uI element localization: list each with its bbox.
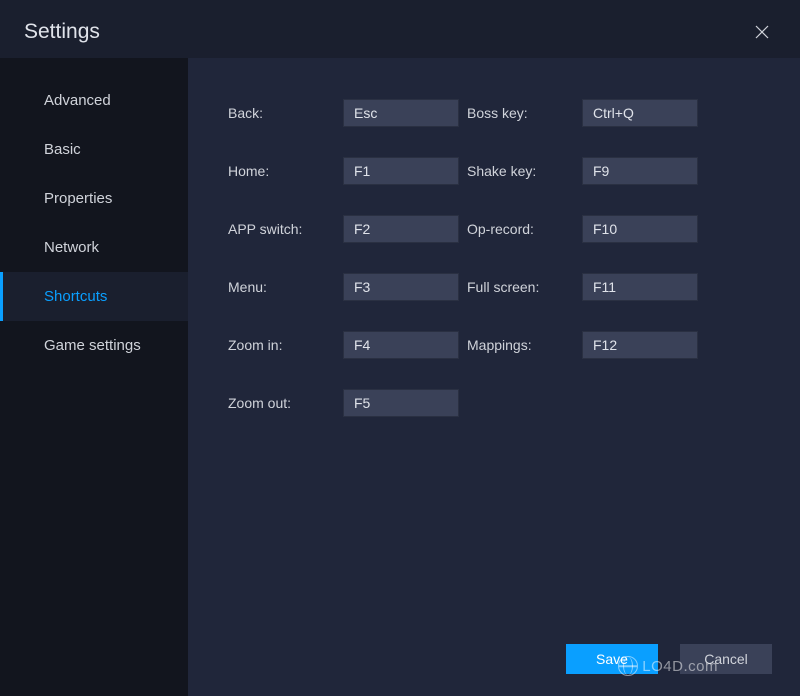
shortcut-zoom-in: Zoom in:: [228, 330, 459, 360]
shortcut-label: APP switch:: [228, 221, 343, 237]
shortcut-back: Back:: [228, 98, 459, 128]
shortcut-menu: Menu:: [228, 272, 459, 302]
shortcut-input-full-screen[interactable]: [582, 273, 698, 301]
shortcut-input-back[interactable]: [343, 99, 459, 127]
shortcut-input-boss-key[interactable]: [582, 99, 698, 127]
shortcut-input-menu[interactable]: [343, 273, 459, 301]
shortcut-grid: Back: Home: APP switch: Menu: Zoom in:: [228, 98, 780, 418]
shortcut-input-home[interactable]: [343, 157, 459, 185]
shortcut-label: Zoom out:: [228, 395, 343, 411]
shortcut-label: Mappings:: [467, 337, 582, 353]
shortcut-col-left: Back: Home: APP switch: Menu: Zoom in:: [228, 98, 459, 418]
shortcut-label: Zoom in:: [228, 337, 343, 353]
sidebar-item-label: Network: [44, 239, 99, 256]
sidebar-item-game-settings[interactable]: Game settings: [0, 321, 188, 370]
shortcut-input-mappings[interactable]: [582, 331, 698, 359]
sidebar: Advanced Basic Properties Network Shortc…: [0, 58, 188, 696]
shortcut-label: Menu:: [228, 279, 343, 295]
save-button[interactable]: Save: [566, 644, 658, 674]
sidebar-item-properties[interactable]: Properties: [0, 174, 188, 223]
shortcut-full-screen: Full screen:: [467, 272, 698, 302]
shortcut-op-record: Op-record:: [467, 214, 698, 244]
button-row: Save Cancel: [566, 644, 772, 674]
shortcut-input-zoom-out[interactable]: [343, 389, 459, 417]
main-panel: Back: Home: APP switch: Menu: Zoom in:: [188, 58, 800, 696]
page-title: Settings: [24, 20, 100, 44]
shortcut-mappings: Mappings:: [467, 330, 698, 360]
cancel-button[interactable]: Cancel: [680, 644, 772, 674]
shortcut-input-op-record[interactable]: [582, 215, 698, 243]
shortcut-app-switch: APP switch:: [228, 214, 459, 244]
shortcut-input-zoom-in[interactable]: [343, 331, 459, 359]
shortcut-label: Shake key:: [467, 163, 582, 179]
header: Settings: [0, 0, 800, 58]
shortcut-label: Boss key:: [467, 105, 582, 121]
sidebar-item-label: Properties: [44, 190, 112, 207]
shortcut-label: Op-record:: [467, 221, 582, 237]
sidebar-item-label: Advanced: [44, 92, 111, 109]
shortcut-shake-key: Shake key:: [467, 156, 698, 186]
sidebar-item-label: Shortcuts: [44, 288, 107, 305]
shortcut-zoom-out: Zoom out:: [228, 388, 459, 418]
shortcut-home: Home:: [228, 156, 459, 186]
sidebar-item-advanced[interactable]: Advanced: [0, 76, 188, 125]
sidebar-item-network[interactable]: Network: [0, 223, 188, 272]
sidebar-item-label: Basic: [44, 141, 81, 158]
shortcut-label: Back:: [228, 105, 343, 121]
sidebar-item-shortcuts[interactable]: Shortcuts: [0, 272, 188, 321]
sidebar-item-label: Game settings: [44, 337, 141, 354]
content: Advanced Basic Properties Network Shortc…: [0, 58, 800, 696]
sidebar-item-basic[interactable]: Basic: [0, 125, 188, 174]
shortcut-boss-key: Boss key:: [467, 98, 698, 128]
shortcut-input-app-switch[interactable]: [343, 215, 459, 243]
close-icon[interactable]: [748, 18, 776, 46]
shortcut-col-right: Boss key: Shake key: Op-record: Full scr…: [467, 98, 698, 418]
shortcut-label: Home:: [228, 163, 343, 179]
shortcut-input-shake-key[interactable]: [582, 157, 698, 185]
shortcut-label: Full screen:: [467, 279, 582, 295]
